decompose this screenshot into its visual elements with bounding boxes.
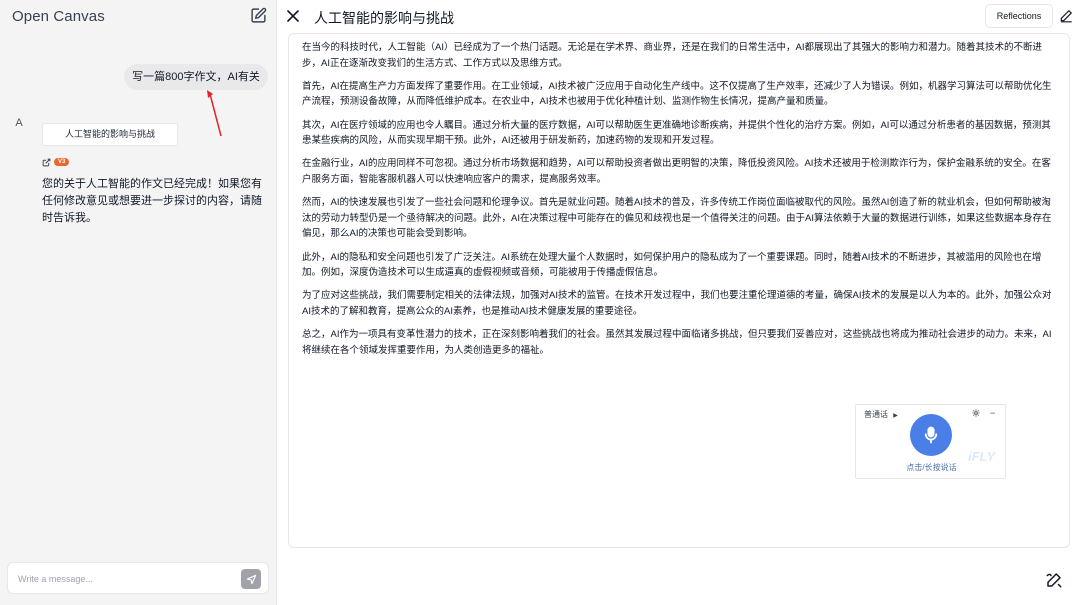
reflections-button[interactable]: Reflections <box>985 4 1053 28</box>
microphone-icon <box>924 426 938 444</box>
close-icon[interactable] <box>287 10 299 22</box>
app-title: Open Canvas <box>12 8 105 25</box>
paragraph[interactable]: 总之，AI作为一项具有变革性潜力的技术，正在深刻影响着我们的社会。虽然其发展过程… <box>302 327 1059 358</box>
send-button[interactable] <box>241 569 261 589</box>
microphone-button[interactable] <box>910 414 952 456</box>
message-meta: V3 <box>42 157 70 167</box>
document-title: 人工智能的影响与挑战 <box>314 10 454 26</box>
assistant-avatar: A <box>15 117 23 129</box>
voice-hint: 点击/长按说话 <box>906 463 957 472</box>
artifact-card[interactable]: 人工智能的影响与挑战 <box>42 123 178 146</box>
user-message-bubble: 写一篇800字作文，AI有关 <box>124 64 268 90</box>
paragraph[interactable]: 其次，AI在医疗领域的应用也令人瞩目。通过分析大量的医疗数据，AI可以帮助医生更… <box>302 118 1059 149</box>
caret-right-icon: ▶ <box>893 413 898 419</box>
minimize-button[interactable]: − <box>990 408 995 418</box>
new-chat-icon[interactable] <box>250 7 267 24</box>
edit-icon[interactable] <box>1059 9 1073 23</box>
paragraph[interactable]: 然而，AI的快速发展也引发了一些社会问题和伦理争议。首先是就业问题。随着AI技术… <box>302 195 1059 242</box>
model-badge: V3 <box>54 158 70 166</box>
external-link-icon[interactable] <box>42 158 51 167</box>
paragraph[interactable]: 为了应对这些挑战，我们需要制定相关的法律法规，加强对AI技术的监管。在技术开发过… <box>302 288 1059 319</box>
quick-action-icon[interactable] <box>1045 571 1063 589</box>
document-body[interactable]: 在当今的科技时代，人工智能（AI）已经成为了一个热门话题。无论是在学术界、商业界… <box>302 40 1059 366</box>
paragraph[interactable]: 在当今的科技时代，人工智能（AI）已经成为了一个热门话题。无论是在学术界、商业界… <box>302 40 1059 71</box>
voice-input-widget: 普通话 ▶ − iFLY 点击/长按说话 <box>855 404 1006 479</box>
language-selector[interactable]: 普通话 ▶ <box>864 409 898 420</box>
message-composer <box>7 562 269 594</box>
assistant-message: 您的关于人工智能的作文已经完成！如果您有任何修改意见或想要进一步探讨的内容，请随… <box>42 178 262 224</box>
gear-icon[interactable] <box>972 409 980 417</box>
paragraph[interactable]: 在金融行业，AI的应用同样不可忽视。通过分析市场数据和趋势，AI可以帮助投资者做… <box>302 156 1059 187</box>
red-arrow-annotation <box>207 90 222 137</box>
paragraph[interactable]: 此外，AI的隐私和安全问题也引发了广泛关注。AI系统在处理大量个人数据时，如何保… <box>302 250 1059 281</box>
language-label: 普通话 <box>864 410 888 419</box>
paragraph[interactable]: 首先，AI在提高生产力方面发挥了重要作用。在工业领域，AI技术被广泛应用于自动化… <box>302 79 1059 110</box>
send-icon <box>246 574 256 584</box>
message-input[interactable] <box>18 570 228 588</box>
chat-panel: Open Canvas 写一篇800字作文，AI有关 A 人工智能的影响与挑战 … <box>0 0 277 605</box>
